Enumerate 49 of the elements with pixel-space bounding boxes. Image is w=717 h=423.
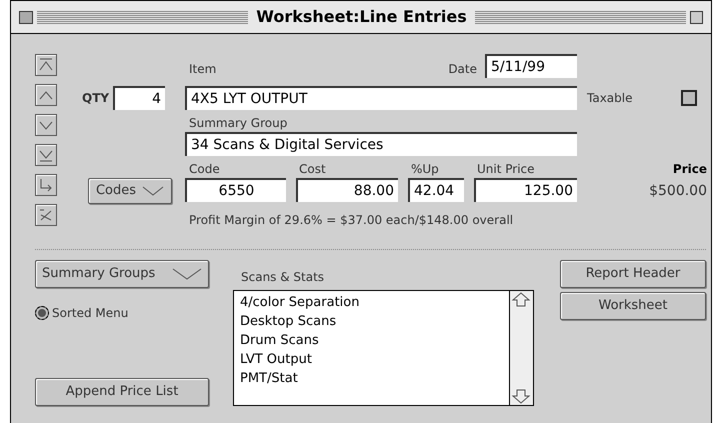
close-box[interactable] bbox=[19, 10, 33, 24]
field-label: Code bbox=[188, 161, 221, 178]
field-label: Cost bbox=[298, 161, 327, 178]
nav-button[interactable] bbox=[35, 204, 57, 226]
price-value: $500.00 bbox=[649, 182, 707, 201]
zoom-box[interactable] bbox=[690, 10, 704, 24]
side-button[interactable]: Report Header bbox=[560, 260, 706, 288]
dropdown-icon bbox=[142, 186, 164, 196]
scroll-down-icon bbox=[510, 387, 532, 405]
cost-field[interactable]: 88.00 bbox=[296, 178, 398, 202]
field-label: Date bbox=[448, 61, 477, 78]
list-title: Scans & Stats bbox=[241, 269, 326, 286]
radio-button[interactable] bbox=[35, 306, 49, 320]
append-price-list-button[interactable]: Append Price List bbox=[35, 378, 209, 406]
list-item[interactable]: 4/color Separation bbox=[240, 293, 503, 312]
dropdown-icon bbox=[172, 268, 202, 280]
list-box[interactable]: 4/color Separation Desktop Scans Drum Scans LVT Output PMT/Stat bbox=[233, 290, 534, 406]
nav-button[interactable] bbox=[35, 144, 57, 166]
codes-dropdown[interactable]: Codes bbox=[88, 178, 172, 204]
list-item[interactable]: LVT Output bbox=[240, 350, 503, 369]
summary-group-field[interactable]: 34 Scans & Digital Services bbox=[185, 132, 577, 156]
scroll-up-icon bbox=[510, 291, 532, 309]
taxable-checkbox[interactable] bbox=[681, 90, 697, 106]
scroll-bar[interactable] bbox=[509, 291, 533, 405]
nav-button[interactable] bbox=[35, 54, 57, 76]
list-item[interactable]: Drum Scans bbox=[240, 331, 503, 350]
item-field[interactable]: 4X5 LYT OUTPUT bbox=[185, 86, 577, 110]
list-item[interactable]: PMT/Stat bbox=[240, 369, 503, 388]
field-label: Price bbox=[672, 161, 707, 178]
field-label: Unit Price bbox=[476, 161, 536, 178]
qty-field[interactable]: 4 bbox=[113, 86, 166, 110]
field-label: Summary Group bbox=[189, 115, 288, 132]
date-field[interactable]: 5/11/99 bbox=[485, 54, 577, 78]
field-label: QTY bbox=[82, 90, 110, 107]
field-label: Item bbox=[189, 61, 216, 78]
side-button[interactable]: Worksheet bbox=[560, 292, 706, 320]
nav-button[interactable] bbox=[35, 114, 57, 136]
radio-label: Sorted Menu bbox=[52, 305, 128, 322]
unit-price-field[interactable]: 125.00 bbox=[474, 178, 577, 202]
code-field[interactable]: 6550 bbox=[185, 178, 286, 202]
window-title: Worksheet:Line Entries bbox=[255, 6, 468, 28]
nav-button[interactable] bbox=[35, 84, 57, 106]
field-label: Taxable bbox=[587, 90, 632, 107]
list-item[interactable]: Desktop Scans bbox=[240, 312, 503, 331]
nav-button[interactable] bbox=[35, 174, 57, 196]
profit-margin-text: Profit Margin of 29.6% = $37.00 each/$148.00 overall bbox=[189, 212, 514, 229]
summary-groups-dropdown[interactable]: Summary Groups bbox=[35, 260, 209, 288]
markup-field[interactable]: 42.04 bbox=[408, 178, 464, 202]
field-label: %Up bbox=[410, 161, 440, 178]
